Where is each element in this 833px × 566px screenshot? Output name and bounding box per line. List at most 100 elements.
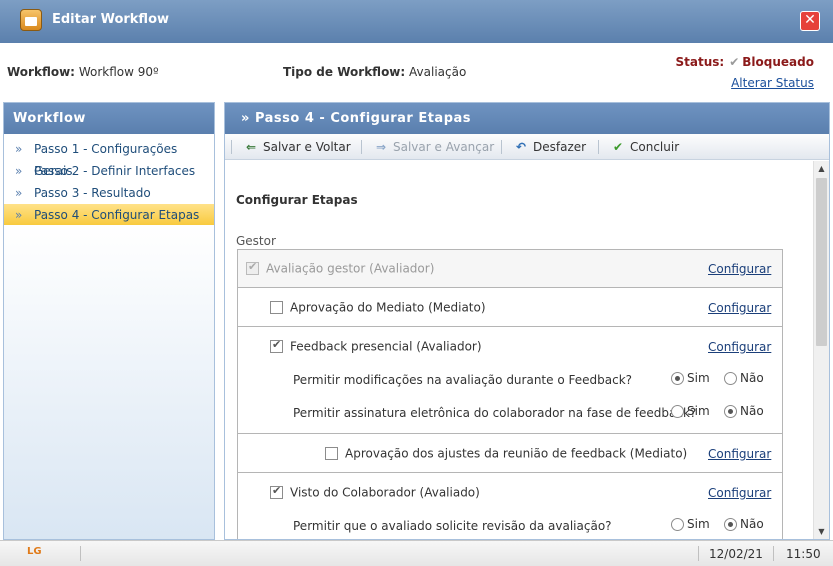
finish-button[interactable]: ✔ Concluir [610,138,679,156]
step-checkbox[interactable] [270,338,283,353]
step-label: Aprovação dos ajustes da reunião de feed… [345,446,688,461]
configure-link[interactable]: Configurar [708,447,771,461]
lg-logo-text: LG [27,546,42,557]
statusbar-separator [698,546,699,561]
alterar-status-link[interactable]: Alterar Status [731,76,814,90]
undo-button[interactable]: ↶ Desfazer [513,138,586,156]
step-label: Avaliação gestor (Avaliador) [266,261,435,276]
vertical-scrollbar[interactable]: ▲ ▼ [813,161,829,539]
configure-link[interactable]: Configurar [708,486,771,500]
radio-nao[interactable]: Não [724,404,764,418]
step-checkbox-row: Visto do Colaborador (Avaliado) [270,484,480,500]
workflow-type-value: Avaliação [409,65,467,79]
radio-circle [724,405,737,418]
workflow-info: Workflow: Workflow 90º Tipo de Workflow:… [0,43,833,100]
close-button[interactable]: ✕ [800,11,820,31]
radio-label: Não [740,404,764,418]
sidebar-item-passo-1[interactable]: » Passo 1 - Configurações Gerais [4,138,214,178]
finish-label: Concluir [630,140,680,154]
sidebar-background [4,225,214,539]
toolbar: ⇐ Salvar e Voltar ⇒ Salvar e Avançar ↶ Desf… [225,134,829,160]
undo-label: Desfazer [533,140,587,154]
step-checkbox-row: Avaliação gestor (Avaliador) [246,260,435,276]
workflow-type-label: Tipo de Workflow: [283,65,406,79]
close-icon: ✕ [804,12,816,28]
double-chevron-icon: » [15,164,23,178]
question-modificacoes: Permitir modificações na avaliação duran… [293,373,633,387]
status-badge: Bloqueado [742,55,814,69]
status-label: Status: [675,55,725,69]
window-titlebar: Editar Workflow ✕ [0,0,833,43]
save-next-icon: ⇒ [375,140,387,154]
configure-link[interactable]: Configurar [708,262,771,276]
sidebar-item-passo-4[interactable]: » Passo 4 - Configurar Etapas [4,204,214,226]
sidebar-item-passo-2[interactable]: » Passo 2 - Definir Interfaces [4,160,214,182]
step-checkbox[interactable] [270,301,283,314]
step-label: Aprovação do Mediato (Mediato) [290,300,486,315]
scrollbar-thumb[interactable] [816,178,827,346]
radio-sim[interactable]: Sim [671,371,710,385]
step-checkbox-row: Aprovação do Mediato (Mediato) [270,300,486,315]
step-box-avaliacao-gestor: Avaliação gestor (Avaliador) Configurar [237,249,783,288]
scroll-up-icon[interactable]: ▲ [814,161,829,176]
radio-label: Sim [687,517,710,531]
group-label-gestor: Gestor [236,234,276,248]
page-title: Passo 4 - Configurar Etapas [254,111,472,126]
sidebar: Workflow » Passo 1 - Configurações Gerai… [3,102,215,540]
step-box-aprovacao-mediato: Aprovação do Mediato (Mediato) Configura… [237,287,783,327]
step-checkbox-row: Aprovação dos ajustes da reunião de feed… [325,446,687,461]
step-checkbox[interactable] [270,484,283,499]
statusbar-separator [80,546,81,561]
radio-nao[interactable]: Não [724,517,764,531]
save-back-label: Salvar e Voltar [263,140,351,154]
step-checkbox-row: Feedback presencial (Avaliador) [270,338,482,354]
step-box-aprovacao-ajustes: Aprovação dos ajustes da reunião de feed… [237,433,783,473]
sidebar-item-label: Passo 2 - Definir Interfaces [34,164,196,178]
step-checkbox[interactable] [325,447,338,460]
radio-circle [671,372,684,385]
double-chevron-icon: » [15,142,23,156]
configure-link[interactable]: Configurar [708,340,771,354]
radio-sim[interactable]: Sim [671,517,710,531]
radio-circle [724,372,737,385]
workflow-type: Tipo de Workflow: Avaliação [283,65,466,79]
save-next-label: Salvar e Avançar [393,140,495,154]
radio-circle [724,518,737,531]
save-back-button[interactable]: ⇐ Salvar e Voltar [243,138,351,156]
double-chevron-icon: » [15,208,23,222]
workflow-value: Workflow 90º [78,65,159,79]
workflow-label: Workflow: [7,65,75,79]
radio-nao[interactable]: Não [724,371,764,385]
status-time: 11:50 [786,547,821,561]
main-panel: » Passo 4 - Configurar Etapas ⇐ Salvar e … [224,102,830,540]
radio-label: Não [740,371,764,385]
statusbar-separator [773,546,774,561]
window-title: Editar Workflow [52,12,170,27]
question-assinatura: Permitir assinatura eletrônica do colabo… [293,406,697,420]
sidebar-item-label: Passo 4 - Configurar Etapas [34,208,200,222]
check-icon: ✔ [612,140,624,154]
double-chevron-icon: » [15,186,23,200]
step-checkbox[interactable] [246,260,259,275]
save-back-icon: ⇐ [245,140,257,154]
status-date: 12/02/21 [709,547,763,561]
radio-circle [671,405,684,418]
configure-link[interactable]: Configurar [708,301,771,315]
workflow-name: Workflow: Workflow 90º [7,65,159,79]
section-title: Configurar Etapas [236,193,358,207]
step-label: Feedback presencial (Avaliador) [290,339,482,354]
undo-icon: ↶ [515,140,527,154]
toolbar-separator [598,140,599,154]
radio-label: Não [740,517,764,531]
app-icon [20,9,42,31]
sidebar-item-passo-3[interactable]: » Passo 3 - Resultado Consolidado [4,182,214,222]
radio-label: Sim [687,404,710,418]
question-revisao: Permitir que o avaliado solicite revisão… [293,519,612,533]
toolbar-separator [361,140,362,154]
status-display: Status: ✔ Bloqueado [676,55,814,69]
scroll-down-icon[interactable]: ▼ [814,524,829,539]
toolbar-separator [501,140,502,154]
radio-sim[interactable]: Sim [671,404,710,418]
save-next-button[interactable]: ⇒ Salvar e Avançar [373,138,494,156]
lg-logo: LG [27,546,42,557]
